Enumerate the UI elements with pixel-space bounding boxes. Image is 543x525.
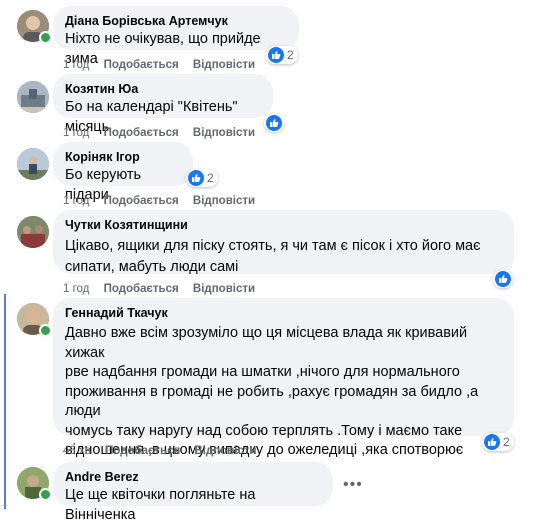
reply-thread-line [4, 294, 6, 509]
reply-button[interactable]: Відповісти [193, 127, 255, 139]
comment-time[interactable]: 46 хв [63, 445, 91, 457]
comment-author[interactable]: Діана Борівська Артемчук [65, 13, 287, 29]
like-button[interactable]: Подобається [104, 195, 179, 207]
reply-button[interactable]: Відповісти [193, 59, 255, 71]
comment-text-line: Цікаво, ящики для піску стоять, я чи там… [65, 238, 481, 254]
reply-button[interactable]: Відповісти [194, 445, 256, 457]
comment-bubble: Andre Berez Це ще квіточки погляньте на … [53, 462, 333, 523]
reaction-badge[interactable]: 2 [482, 433, 514, 451]
reaction-count: 2 [207, 171, 214, 185]
avatar[interactable] [17, 148, 49, 180]
reaction-badge[interactable] [264, 114, 284, 132]
reply-button[interactable]: Відповісти [193, 283, 255, 295]
comment-time[interactable]: 1 год [63, 59, 89, 71]
thumbs-up-icon [495, 271, 511, 287]
comment-meta: 1 год Подобається Відповісти [63, 194, 266, 208]
comment-bubble: Чутки Козятинщини Цікаво, ящики для піск… [53, 210, 514, 275]
comment-meta: 1 год Подобається Відповісти [63, 58, 266, 72]
online-indicator [39, 324, 52, 337]
avatar[interactable] [17, 81, 49, 113]
online-indicator [39, 31, 52, 44]
thumbs-up-icon [268, 47, 284, 63]
like-button[interactable]: Подобається [105, 445, 180, 457]
comment-meta: 1 год Подобається Відповісти [63, 126, 266, 140]
comment-meta: 46 хв Подобається Відповісти [63, 444, 268, 458]
comment-author[interactable]: Козятин Юа [65, 81, 261, 97]
comment-author[interactable]: Andre Berez [65, 469, 321, 485]
comment-bubble: Геннадий Ткачук Давно вже всім зрозуміло… [53, 298, 514, 478]
more-options-icon[interactable]: ••• [343, 476, 363, 494]
reaction-badge[interactable] [493, 270, 513, 288]
comment-bubble: Козятин Юа Бо на календарі "Квітень" міс… [53, 74, 273, 135]
thumbs-up-icon [484, 434, 500, 450]
thumbs-up-icon [188, 170, 204, 186]
reaction-badge[interactable]: 2 [266, 46, 298, 64]
comment-text: Цікаво, ящики для піску стоять, я чи там… [65, 236, 502, 278]
comment-author[interactable]: Геннадий Ткачук [65, 305, 502, 321]
online-indicator [39, 488, 52, 501]
comment-author[interactable]: Коріняк Ігор [65, 149, 181, 165]
avatar[interactable] [17, 216, 49, 248]
comment-author[interactable]: Чутки Козятинщини [65, 217, 502, 233]
like-button[interactable]: Подобається [104, 59, 179, 71]
like-button[interactable]: Подобається [104, 283, 179, 295]
reaction-badge[interactable]: 2 [186, 169, 218, 187]
thumbs-up-icon [266, 115, 282, 131]
comment-time[interactable]: 1 год [63, 195, 89, 207]
reaction-count: 2 [287, 48, 294, 62]
comment-meta: 1 год Подобається Відповісти [63, 282, 266, 296]
like-button[interactable]: Подобається [104, 127, 179, 139]
comment-time[interactable]: 1 год [63, 127, 89, 139]
comment-text-line: чомусь таку наругу над собою терплять .Т… [65, 422, 463, 439]
comment-bubble: Діана Борівська Артемчук Ніхто не очікув… [53, 6, 299, 67]
reaction-count: 2 [503, 435, 510, 449]
comment-text: Це ще квіточки погляньте на Вінніченка [65, 487, 256, 523]
comment-text-line: сипати, мабуть люди самі [65, 259, 239, 275]
comment-bubble: Коріняк Ігор Бо керують підари [53, 142, 193, 203]
comment-text-line: рве надбання громади на шматки ,нічого д… [65, 364, 460, 380]
comment-text-line: проживання в громаді не робить ,рахує гр… [65, 383, 479, 420]
comment-time[interactable]: 1 год [63, 283, 89, 295]
comment-text-line: Давно вже всім зрозуміло що ця місцева в… [65, 325, 468, 361]
reply-button[interactable]: Відповісти [193, 195, 255, 207]
